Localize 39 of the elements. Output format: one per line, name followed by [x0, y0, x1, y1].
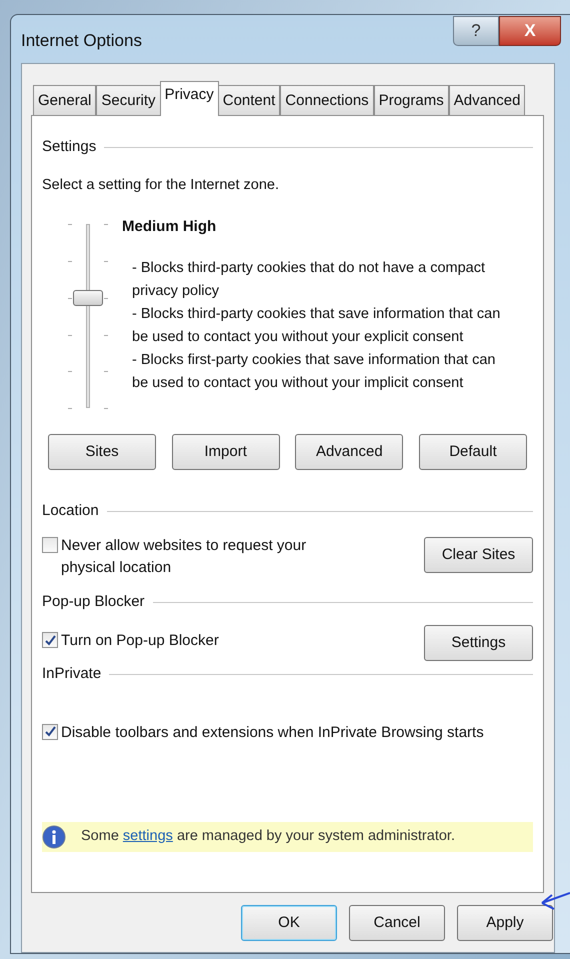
tab[interactable]: Programs: [374, 85, 449, 116]
checkbox[interactable]: [42, 536, 58, 553]
dialog-button[interactable]: Apply: [457, 905, 553, 941]
help-button[interactable]: ?: [453, 16, 499, 46]
section-heading: InPrivate: [42, 664, 102, 684]
slider-thumb[interactable]: [73, 290, 103, 306]
dialog-button[interactable]: Cancel: [349, 905, 445, 941]
section-heading: Location: [42, 501, 99, 522]
checkmark-icon: [44, 726, 56, 738]
section-heading: Pop-up Blocker: [42, 592, 145, 612]
section-heading: Settings: [42, 137, 96, 157]
settings-button[interactable]: Sites: [48, 434, 156, 470]
privacy-level-name: Medium High: [122, 217, 218, 238]
level-description: - Blocks first-party cookies that save information that can be used to contact you without your implicit consent: [132, 350, 496, 393]
dialog-button[interactable]: OK: [241, 905, 337, 941]
info-icon: [42, 824, 66, 849]
instruction-text: Select a setting for the Internet zone.: [42, 176, 280, 194]
settings-button[interactable]: Advanced: [295, 434, 404, 470]
level-description: - Blocks third-party cookies that save information that can be used to contact you without your explicit consent: [132, 304, 502, 347]
settings-button[interactable]: Import: [172, 434, 280, 470]
checkbox-label: Turn on Pop-up Blocker: [61, 631, 220, 652]
tab[interactable]: Advanced: [448, 85, 526, 116]
tab[interactable]: Security: [96, 85, 161, 116]
checkbox[interactable]: [42, 724, 58, 740]
tab[interactable]: Connections: [280, 85, 374, 116]
tab[interactable]: Content: [218, 85, 280, 116]
checkbox[interactable]: [42, 632, 58, 648]
window-title: Internet Options: [21, 30, 143, 52]
checkmark-icon: [44, 634, 56, 646]
tab[interactable]: General: [33, 85, 96, 116]
notice-text: Some settings are managed by your system administrator.: [81, 826, 455, 846]
level-description: - Blocks third-party cookies that do not have a compact privacy policy: [132, 258, 486, 301]
checkbox-label: Disable toolbars and extensions when InPrivate Browsing starts: [61, 722, 484, 743]
clear-sites-button[interactable]: Clear Sites: [424, 536, 533, 573]
checkbox-label: Never allow websites to request your physical location: [61, 536, 308, 578]
popup-settings-button[interactable]: Settings: [424, 625, 533, 662]
settings-link[interactable]: settings: [122, 828, 173, 844]
tab[interactable]: Privacy: [160, 81, 219, 116]
settings-button[interactable]: Default: [418, 434, 527, 470]
